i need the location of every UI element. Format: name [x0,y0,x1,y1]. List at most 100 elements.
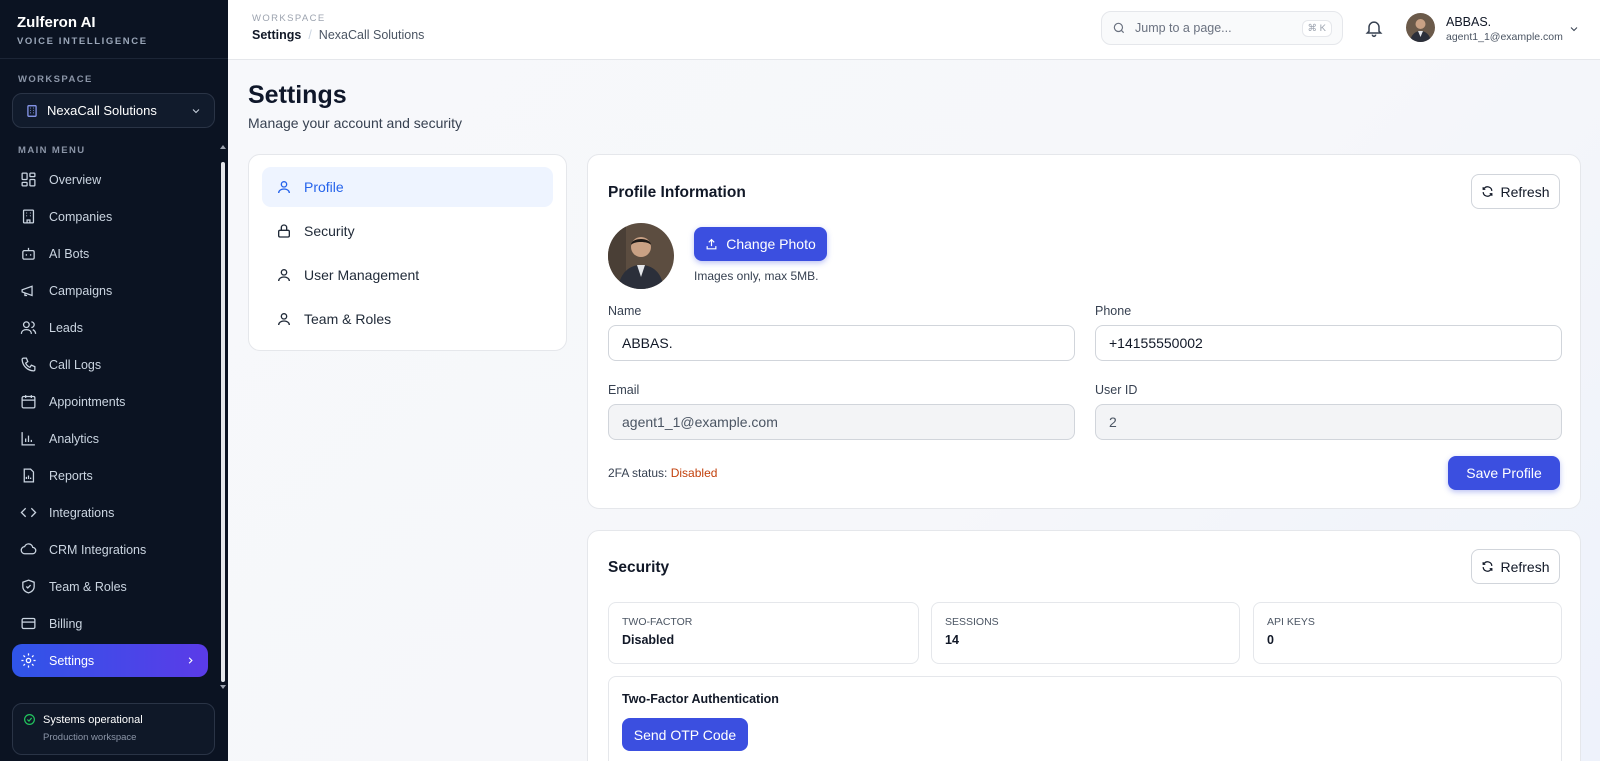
workspace-select[interactable]: NexaCall Solutions [12,93,215,128]
user-email: agent1_1@example.com [1446,31,1563,43]
breadcrumb: Settings / NexaCall Solutions [252,28,424,42]
breadcrumb-settings[interactable]: Settings [252,28,301,42]
send-otp-button[interactable]: Send OTP Code [622,718,748,751]
main-content: Settings Manage your account and securit… [228,60,1600,761]
sidebar-item-call-logs[interactable]: Call Logs [12,348,208,381]
chevron-down-icon[interactable] [1568,23,1580,35]
refresh-label: Refresh [1500,558,1550,575]
tab-user-management[interactable]: User Management [262,255,553,295]
stat-api-keys: API KEYS 0 [1253,602,1562,664]
workspace-label: WORKSPACE [18,74,93,85]
sidebar-item-reports[interactable]: Reports [12,459,208,492]
building-icon [27,104,37,117]
sidebar-item-team-roles[interactable]: Team & Roles [12,570,208,603]
two-factor-section: Two-Factor Authentication Send OTP Code [608,676,1562,761]
sidebar-item-label: Leads [49,320,84,335]
stat-value: 14 [945,633,959,647]
user-id-field[interactable] [1095,404,1562,440]
sidebar-item-overview[interactable]: Overview [12,163,208,196]
status-subtitle: Production workspace [43,732,137,743]
stat-key: SESSIONS [945,616,999,628]
shield-icon [22,579,35,594]
calendar-icon [21,395,36,409]
chevron-right-icon [188,657,193,664]
breadcrumb-workspace[interactable]: NexaCall Solutions [319,28,425,42]
sidebar-item-companies[interactable]: Companies [12,200,208,233]
stat-value: 0 [1267,633,1274,647]
sidebar-item-campaigns[interactable]: Campaigns [12,274,208,307]
user-icon [278,269,290,282]
breadcrumb-separator: / [308,28,312,42]
email-field[interactable] [608,404,1075,440]
building-icon [22,209,35,224]
twofa-status: 2FA status: Disabled [608,466,717,480]
scroll-down-arrow[interactable] [220,685,226,689]
tab-label: Team & Roles [304,311,392,327]
photo-hint: Images only, max 5MB. [694,269,819,283]
user-name: ABBAS. [1446,15,1492,29]
sidebar-item-analytics[interactable]: Analytics [12,422,208,455]
main-menu-label: MAIN MENU [18,145,86,156]
sidebar-item-label: Integrations [49,505,115,520]
phone-field[interactable] [1095,325,1562,361]
sidebar-item-label: CRM Integrations [49,542,147,557]
tab-team-roles[interactable]: Team & Roles [262,299,553,339]
sidebar-item-ai-bots[interactable]: AI Bots [12,237,208,270]
profile-refresh-button[interactable]: Refresh [1471,174,1560,209]
security-card: Security Refresh TWO-FACTOR Disabled SES… [587,530,1581,761]
stat-key: TWO-FACTOR [622,616,693,628]
name-label: Name [608,304,642,318]
sidebar-item-label: Reports [49,468,93,483]
report-icon [23,468,35,483]
sidebar-item-label: Call Logs [49,357,102,372]
tab-profile[interactable]: Profile [262,167,553,207]
sidebar-item-crm-integrations[interactable]: CRM Integrations [12,533,208,566]
page-subtitle: Manage your account and security [248,115,463,131]
sidebar-item-label: AI Bots [49,246,90,261]
sidebar-item-label: Settings [49,653,95,668]
sidebar: Zulferon AI VOICE INTELLIGENCE WORKSPACE… [0,0,228,761]
save-profile-button[interactable]: Save Profile [1448,456,1560,490]
sidebar-item-label: Analytics [49,431,100,446]
change-photo-button[interactable]: Change Photo [694,227,827,261]
sidebar-item-integrations[interactable]: Integrations [12,496,208,529]
sidebar-scrollbar[interactable] [221,162,225,682]
phone-icon [21,357,36,372]
lock-icon [278,224,290,238]
tab-label: Profile [304,179,344,195]
security-refresh-button[interactable]: Refresh [1471,549,1560,584]
gear-icon [21,653,36,668]
code-icon [20,507,37,518]
search-input[interactable]: Jump to a page... ⌘ K [1101,11,1343,45]
two-factor-title: Two-Factor Authentication [622,692,779,706]
stat-two-factor: TWO-FACTOR Disabled [608,602,919,664]
phone-label: Phone [1095,304,1132,318]
email-label: Email [608,383,640,397]
profile-photo [608,223,674,289]
page-title: Settings [248,81,347,109]
refresh-label: Refresh [1500,183,1550,200]
check-circle-icon [24,714,35,725]
status-title: Systems operational [43,713,143,726]
change-photo-label: Change Photo [726,236,816,252]
tab-security[interactable]: Security [262,211,553,251]
cloud-icon [20,543,37,555]
megaphone-icon [21,285,33,297]
scroll-up-arrow[interactable] [220,145,226,149]
system-status: Systems operational Production workspace [12,703,215,755]
name-field[interactable] [608,325,1075,361]
sidebar-item-billing[interactable]: Billing [12,607,208,640]
stat-value: Disabled [622,633,675,647]
search-shortcut: ⌘ K [1301,19,1332,37]
user-id-label: User ID [1095,383,1138,397]
sidebar-item-label: Team & Roles [49,579,127,594]
avatar[interactable] [1406,13,1435,42]
sidebar-item-settings[interactable]: Settings [12,644,208,677]
sidebar-item-label: Campaigns [49,283,113,298]
sidebar-item-appointments[interactable]: Appointments [12,385,208,418]
twofa-status-label: 2FA status: [608,466,668,480]
bell-icon[interactable] [1364,18,1384,38]
chevron-down-icon [192,108,200,113]
sidebar-item-leads[interactable]: Leads [12,311,208,344]
brand-tagline: VOICE INTELLIGENCE [17,36,148,47]
